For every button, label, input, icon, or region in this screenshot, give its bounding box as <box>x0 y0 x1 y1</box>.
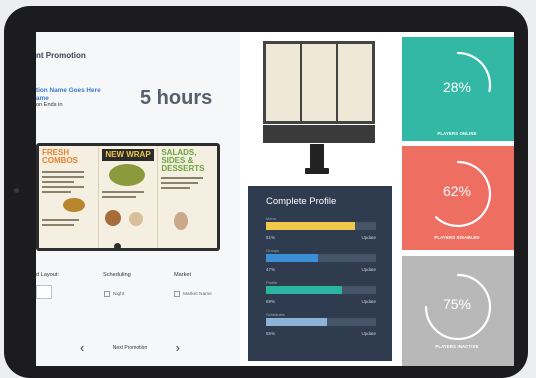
menu-line <box>42 181 74 183</box>
profile-progress-fill <box>266 254 318 262</box>
scheduling-option-label: Night <box>113 291 125 297</box>
food-image <box>128 212 143 226</box>
profile-row-schedules: Schedules 55% Update <box>266 312 376 336</box>
menu-line <box>161 187 191 189</box>
promotion-name-line1: tion Name Goes Here <box>36 87 101 94</box>
players-disabled-label: PLAYERS DISABLED <box>434 235 480 240</box>
players-online-label: PLAYERS ONLINE <box>437 131 477 136</box>
menu-line <box>42 186 85 188</box>
update-link[interactable]: Update <box>361 331 376 336</box>
menu-heading-sides: SALADS, SIDES & DESSERTS <box>161 148 205 173</box>
menu-board-preview[interactable]: FRESH COMBOS NEW WRAP SALADS, SIDES & DE… <box>36 143 220 251</box>
chevron-left-icon[interactable]: ‹ <box>80 340 84 355</box>
promotion-name[interactable]: tion Name Goes Here ame <box>36 87 136 103</box>
profile-row-percent: 81% <box>266 235 276 240</box>
sign-stand <box>310 144 324 170</box>
food-image <box>108 164 145 186</box>
menu-column-combos: FRESH COMBOS <box>39 146 99 248</box>
profile-progress-fill <box>266 318 327 326</box>
update-link[interactable]: Update <box>361 235 376 240</box>
market-option[interactable]: Market Name <box>174 291 212 297</box>
board-indicator-icon <box>114 243 121 250</box>
scheduling-option[interactable]: Night <box>104 291 124 297</box>
sign-panel <box>302 44 336 121</box>
menu-line <box>161 177 204 179</box>
menu-column-wrap: NEW WRAP <box>99 146 159 248</box>
market-label: Market <box>174 272 192 278</box>
profile-progress-track <box>266 318 376 326</box>
camera-icon <box>14 188 19 193</box>
promotion-hours: 5 hours <box>140 87 213 109</box>
players-online-card[interactable]: 28% PLAYERS ONLINE <box>402 37 514 141</box>
players-inactive-label: PLAYERS INACTIVE <box>435 344 479 349</box>
sign-lower-frame <box>263 125 375 143</box>
profile-progress-track <box>266 254 376 262</box>
menu-line <box>101 191 144 193</box>
food-image <box>104 210 121 226</box>
food-image <box>174 212 189 230</box>
scheduling-label: Scheduling <box>103 272 131 278</box>
menu-line <box>42 176 85 178</box>
menu-line <box>42 171 85 173</box>
profile-row-groups: Groups 47% Update <box>266 248 376 272</box>
sign-base <box>305 168 329 174</box>
players-online-value: 28% <box>442 79 472 95</box>
tablet-frame: nt Promotion tion Name Goes Here ame on … <box>4 6 528 378</box>
profile-row-menu: Menu 81% Update <box>266 216 376 240</box>
profile-progress-fill <box>266 222 356 230</box>
promotion-title: nt Promotion <box>36 51 86 60</box>
food-image <box>63 198 85 212</box>
players-inactive-card[interactable]: 75% PLAYERS INACTIVE <box>402 256 514 366</box>
layout-select[interactable] <box>36 285 52 299</box>
menu-line <box>42 219 79 221</box>
sign-panel <box>266 44 300 121</box>
menu-heading-combos: FRESH COMBOS <box>42 148 78 165</box>
checkbox-icon[interactable] <box>104 291 110 297</box>
players-disabled-card[interactable]: 62% PLAYERS DISABLED <box>402 146 514 250</box>
menu-line <box>42 224 74 226</box>
profile-progress-track <box>266 286 376 294</box>
chevron-right-icon[interactable]: › <box>176 340 180 355</box>
market-option-label: Market Name <box>183 291 212 297</box>
drive-thru-sign-image <box>263 41 375 124</box>
promotion-pager: ‹ Next Promotion › <box>80 340 180 355</box>
profile-row-profile: Profile 69% Update <box>266 280 376 304</box>
profile-row-percent: 69% <box>266 299 276 304</box>
menu-board-content: FRESH COMBOS NEW WRAP SALADS, SIDES & DE… <box>39 146 217 248</box>
complete-profile-panel: Complete Profile Menu 81% Update Groups 4… <box>248 186 392 361</box>
screen: nt Promotion tion Name Goes Here ame on … <box>36 32 514 366</box>
menu-line <box>101 196 136 198</box>
players-disabled-value: 62% <box>442 183 472 199</box>
profile-row-percent: 55% <box>266 331 276 336</box>
promotion-ends-label: on Ends in <box>36 102 63 108</box>
update-link[interactable]: Update <box>361 299 376 304</box>
next-promotion-label[interactable]: Next Promotion <box>113 345 147 351</box>
checkbox-icon[interactable] <box>174 291 180 297</box>
menu-line <box>42 191 71 193</box>
menu-heading-wrap: NEW WRAP <box>101 149 155 161</box>
players-inactive-value: 75% <box>442 296 472 312</box>
profile-title: Complete Profile <box>266 196 337 207</box>
update-link[interactable]: Update <box>361 267 376 272</box>
promotion-panel: nt Promotion tion Name Goes Here ame on … <box>36 32 240 366</box>
signage-image-panel <box>248 37 392 185</box>
profile-row-percent: 47% <box>266 267 276 272</box>
menu-column-sides: SALADS, SIDES & DESSERTS <box>158 146 217 248</box>
profile-progress-fill <box>266 286 342 294</box>
profile-progress-track <box>266 222 376 230</box>
menu-line <box>161 182 199 184</box>
layout-label: d Layout: <box>36 272 60 278</box>
sign-panel <box>338 44 372 121</box>
